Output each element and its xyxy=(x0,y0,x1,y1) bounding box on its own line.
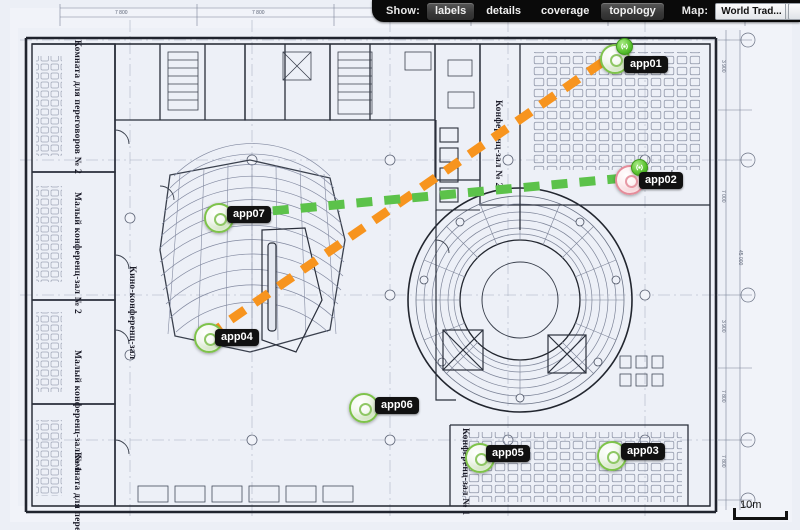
floor-plan-canvas[interactable]: Комната для переговоров № 2 Малый конфер… xyxy=(0,0,800,530)
map-application: Комната для переговоров № 2 Малый конфер… xyxy=(0,0,800,530)
map-select-value: World Trad... xyxy=(716,3,786,19)
dimension-right-3: 3 900 xyxy=(720,320,726,333)
node-label-app07: app07 xyxy=(227,206,271,223)
scale-bar: 10m xyxy=(733,499,788,520)
toggle-details[interactable]: details xyxy=(478,3,529,20)
toggle-labels[interactable]: labels xyxy=(427,2,475,20)
node-label-app03: app03 xyxy=(621,443,665,460)
toolbar: Show: labels details coverage topology M… xyxy=(372,0,800,22)
room-label: Конференц-зал № 2 xyxy=(493,100,503,188)
toggle-topology[interactable]: topology xyxy=(601,2,664,20)
dimension-top-1: 7 800 xyxy=(115,10,128,16)
room-label: Кино-конференц-зал xyxy=(127,266,137,360)
node-label-app05: app05 xyxy=(486,445,530,462)
map-label: Map: xyxy=(681,5,709,17)
dimension-right-2: 7 000 xyxy=(720,190,726,203)
toggle-coverage[interactable]: coverage xyxy=(533,3,597,20)
node-label-app01: app01 xyxy=(624,56,668,73)
room-label: Комната для переговоров № 2 xyxy=(72,40,82,174)
room-label: Комната для переговоров № 1 xyxy=(72,452,82,530)
dimension-right-5: 7 800 xyxy=(720,455,726,468)
toolbar-overflow-button[interactable] xyxy=(788,3,800,20)
floor-plan-drawing xyxy=(0,0,800,530)
wifi-icon xyxy=(616,38,633,55)
dimension-right-1: 3 900 xyxy=(720,60,726,73)
node-label-app04: app04 xyxy=(215,329,259,346)
scale-bar-graphic xyxy=(733,508,788,520)
node-label-app06: app06 xyxy=(375,397,419,414)
dimension-right-total: 45 000 xyxy=(737,250,743,266)
show-label: Show: xyxy=(386,5,420,17)
dimension-top-2: 7 800 xyxy=(252,10,265,16)
node-label-app02: app02 xyxy=(639,172,683,189)
dimension-right-4: 7 800 xyxy=(720,390,726,403)
room-label: Конференц-зал № 1 xyxy=(460,428,470,516)
room-label: Малый конференц-зал № 2 xyxy=(72,192,82,314)
